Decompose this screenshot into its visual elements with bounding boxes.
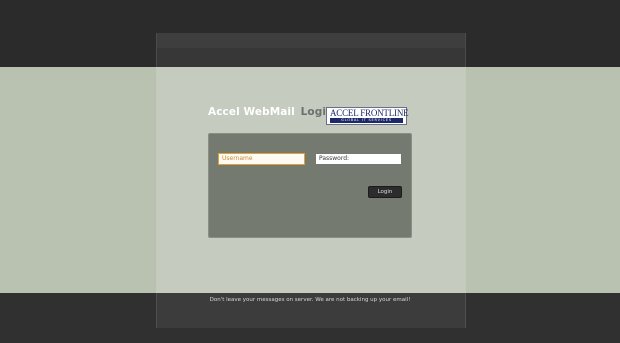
login-button[interactable]: Login <box>368 186 402 198</box>
username-input[interactable]: Username <box>218 153 305 165</box>
page-title: Accel WebMail Login <box>208 106 334 118</box>
logo-tagline: GLOBAL IT SERVICES <box>330 118 403 123</box>
title-main: Accel WebMail <box>208 106 295 118</box>
password-input[interactable]: Password: <box>315 153 402 165</box>
company-logo: ACCEL FRONTLINE GLOBAL IT SERVICES <box>326 107 409 125</box>
logo-brand: ACCEL FRONTLINE <box>330 108 409 118</box>
column-header <box>157 33 465 48</box>
footer-message: Don't leave your messages on server. We … <box>209 297 411 303</box>
